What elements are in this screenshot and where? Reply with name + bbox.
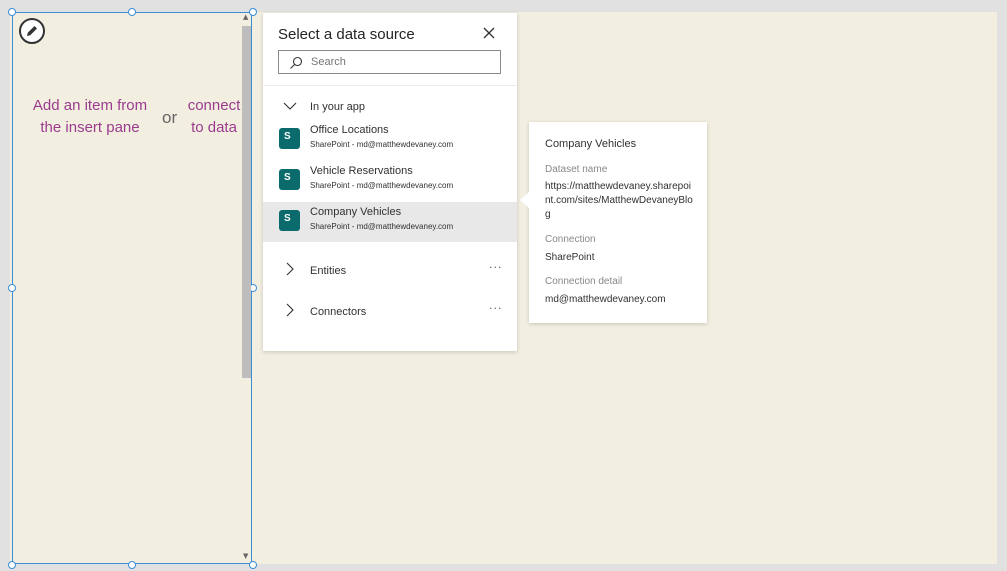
dataset-name-value: https://matthewdevaney.sharepoint.com/si… <box>545 181 693 220</box>
hint-connect-line1: connect <box>187 97 241 114</box>
search-icon <box>290 56 303 69</box>
data-source-connection: SharePoint - md@matthewdevaney.com <box>310 140 454 149</box>
search-input[interactable] <box>311 53 491 71</box>
hint-insert-line1: Add an item from <box>32 97 148 114</box>
data-source-name: Vehicle Reservations <box>310 165 413 177</box>
section-in-your-app[interactable]: In your app <box>263 93 517 123</box>
data-source-details-card: Company Vehicles Dataset name https://ma… <box>529 122 707 323</box>
connectors-more-button[interactable]: ··· <box>489 302 503 315</box>
resize-handle-top-left[interactable] <box>8 8 16 16</box>
panel-title: Select a data source <box>278 26 415 43</box>
data-source-item[interactable]: S Vehicle Reservations SharePoint - md@m… <box>263 161 517 201</box>
edit-gallery-button[interactable] <box>19 18 45 44</box>
hint-insert-line2: the insert pane <box>40 119 140 136</box>
data-source-connection: SharePoint - md@matthewdevaney.com <box>310 181 454 190</box>
resize-handle-bottom-right[interactable] <box>249 561 257 569</box>
resize-handle-bottom-left[interactable] <box>8 561 16 569</box>
connection-label: Connection <box>545 234 596 245</box>
resize-handle-top-right[interactable] <box>249 8 257 16</box>
details-title: Company Vehicles <box>545 138 637 150</box>
sharepoint-icon: S <box>279 210 300 231</box>
connection-detail-value: md@matthewdevaney.com <box>545 294 666 305</box>
section-entities[interactable]: Entities ··· <box>263 257 517 287</box>
chevron-right-icon <box>286 303 294 317</box>
sharepoint-icon: S <box>279 128 300 149</box>
section-connectors[interactable]: Connectors ··· <box>263 298 517 328</box>
connection-value: SharePoint <box>545 252 595 263</box>
resize-handle-middle-left[interactable] <box>8 284 16 292</box>
data-source-item[interactable]: S Office Locations SharePoint - md@matth… <box>263 120 517 160</box>
hint-connect-data[interactable]: connect to data <box>184 95 244 139</box>
hint-insert-pane[interactable]: Add an item from the insert pane <box>22 95 158 139</box>
sharepoint-icon: S <box>279 169 300 190</box>
section-entities-label: Entities <box>310 265 347 277</box>
section-in-your-app-label: In your app <box>310 101 366 113</box>
scroll-up-arrow[interactable]: ▲ <box>243 13 248 21</box>
data-source-panel: Select a data source In your app S Offic… <box>263 13 517 351</box>
resize-handle-top-center[interactable] <box>128 8 136 16</box>
pencil-icon <box>27 26 37 36</box>
connection-detail-label: Connection detail <box>545 276 623 287</box>
hint-or-text: or <box>162 108 178 127</box>
data-source-connection: SharePoint - md@matthewdevaney.com <box>310 222 454 231</box>
data-source-name: Office Locations <box>310 124 389 136</box>
chevron-right-icon <box>286 262 294 276</box>
data-source-item-selected[interactable]: S Company Vehicles SharePoint - md@matth… <box>263 202 517 242</box>
dataset-name-label: Dataset name <box>545 164 608 175</box>
scroll-down-arrow[interactable]: ▼ <box>243 552 248 560</box>
data-source-name: Company Vehicles <box>310 206 402 218</box>
chevron-down-icon <box>283 102 297 110</box>
close-icon <box>483 27 495 39</box>
section-connectors-label: Connectors <box>310 306 367 318</box>
panel-divider <box>263 85 517 86</box>
gallery-scrollbar[interactable] <box>242 26 251 378</box>
hint-connect-line2: to data <box>191 119 237 136</box>
search-box[interactable] <box>278 50 501 74</box>
entities-more-button[interactable]: ··· <box>489 261 503 274</box>
details-card-pointer <box>520 192 529 208</box>
resize-handle-bottom-center[interactable] <box>128 561 136 569</box>
close-button[interactable] <box>481 25 497 41</box>
